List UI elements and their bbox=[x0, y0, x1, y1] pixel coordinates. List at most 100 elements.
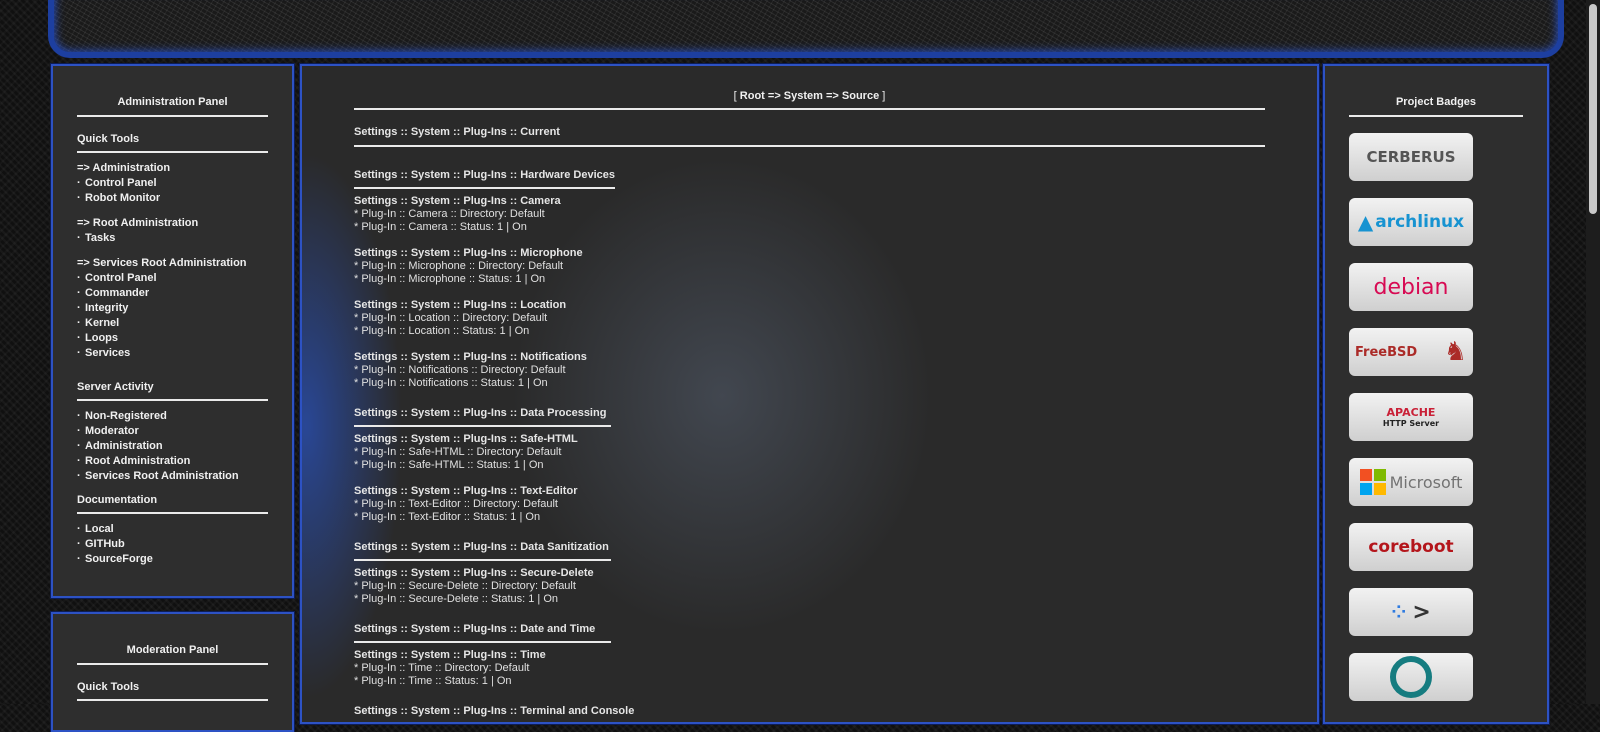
quick-tools-heading: Quick Tools bbox=[77, 133, 268, 153]
bullet-icon: · bbox=[77, 410, 81, 422]
nav-item-label: Commander bbox=[85, 287, 150, 299]
nav-item-github[interactable]: · GITHub bbox=[77, 537, 268, 552]
nav-item-administration[interactable]: · Administration bbox=[77, 439, 268, 454]
breadcrumb: [ Root => System => Source ] bbox=[354, 90, 1265, 110]
nav-group-services-root-administration[interactable]: => Services Root Administration bbox=[77, 256, 268, 271]
bullet-icon: · bbox=[77, 425, 81, 437]
freebsd-badge-label: FreeBSD bbox=[1355, 344, 1418, 360]
nav-item-label: GITHub bbox=[85, 538, 125, 550]
microsoft-logo-icon bbox=[1359, 469, 1386, 495]
page-scrollbar[interactable] bbox=[1586, 0, 1600, 704]
cerberus-badge[interactable]: CERBERUS bbox=[1349, 133, 1473, 181]
quick-tools-groups: => Administration · Control Panel · Robot Mo… bbox=[77, 161, 268, 371]
plugin-directory: * Plug-In :: Safe-HTML :: Directory: Def… bbox=[354, 446, 562, 458]
scrollbar-thumb[interactable] bbox=[1589, 4, 1597, 214]
apache-badge-label: APACHE bbox=[1386, 406, 1436, 419]
nav-item-commander[interactable]: · Commander bbox=[77, 286, 268, 301]
nav-item-services-root-administration[interactable]: · Services Root Administration bbox=[77, 469, 268, 484]
breadcrumb-link[interactable]: Root => System => Source bbox=[740, 90, 879, 102]
coreboot-badge[interactable]: coreboot bbox=[1349, 523, 1473, 571]
nav-item-control-panel[interactable]: · Control Panel bbox=[77, 271, 268, 286]
nav-item-root-administration[interactable]: · Root Administration bbox=[77, 454, 268, 469]
plugin-block: Settings :: System :: Plug-Ins :: Locati… bbox=[354, 299, 1265, 338]
bullet-icon: · bbox=[77, 470, 81, 482]
debian-badge[interactable]: debian bbox=[1349, 263, 1473, 311]
nav-group-administration[interactable]: => Administration bbox=[77, 161, 268, 176]
plugin-status: * Plug-In :: Secure-Delete :: Status: 1 … bbox=[354, 593, 559, 605]
terminal-console-heading: Settings :: System :: Plug-Ins :: Termin… bbox=[354, 705, 634, 722]
bullet-icon: · bbox=[77, 538, 81, 550]
bullet-icon: · bbox=[77, 317, 81, 329]
nav-item-non-registered[interactable]: · Non-Registered bbox=[77, 409, 268, 424]
nav-item-tasks[interactable]: · Tasks bbox=[77, 231, 268, 246]
lineage-badge[interactable] bbox=[1349, 653, 1473, 701]
plugin-status: * Plug-In :: Notifications :: Status: 1 … bbox=[354, 377, 548, 389]
bullet-icon: · bbox=[77, 553, 81, 565]
nav-item-moderator[interactable]: · Moderator bbox=[77, 424, 268, 439]
nav-item-label: Tasks bbox=[85, 232, 116, 244]
nav-item-integrity[interactable]: · Integrity bbox=[77, 301, 268, 316]
plugin-block: Settings :: System :: Plug-Ins :: Microp… bbox=[354, 247, 1265, 286]
breadcrumb-open: [ bbox=[733, 90, 737, 102]
terminal-badge[interactable]: ⁘ > bbox=[1349, 588, 1473, 636]
nav-item-robot-monitor[interactable]: · Robot Monitor bbox=[77, 191, 268, 206]
archlinux-badge[interactable]: ▲ archlinux bbox=[1349, 198, 1473, 246]
nav-item-label: Administration bbox=[85, 440, 163, 452]
nav-item-kernel[interactable]: · Kernel bbox=[77, 316, 268, 331]
plugin-block: Settings :: System :: Plug-Ins :: Camera… bbox=[354, 195, 1265, 234]
bullet-icon: · bbox=[77, 272, 81, 284]
plugin-title: Settings :: System :: Plug-Ins :: Secure… bbox=[354, 567, 594, 579]
nav-item-label: Non-Registered bbox=[85, 410, 167, 422]
plugin-status: * Plug-In :: Microphone :: Status: 1 | O… bbox=[354, 273, 546, 285]
plugin-directory: * Plug-In :: Text-Editor :: Directory: D… bbox=[354, 498, 558, 510]
nav-item-services[interactable]: · Services bbox=[77, 346, 268, 361]
plugin-directory: * Plug-In :: Location :: Directory: Defa… bbox=[354, 312, 548, 324]
plugin-status: * Plug-In :: Camera :: Status: 1 | On bbox=[354, 221, 527, 233]
data-sanitization-plugins-list: Settings :: System :: Plug-Ins :: Secure… bbox=[354, 567, 1265, 606]
hardware-devices-heading: Settings :: System :: Plug-Ins :: Hardwa… bbox=[354, 169, 616, 189]
coreboot-badge-label: coreboot bbox=[1368, 537, 1454, 557]
nav-item-sourceforge[interactable]: · SourceForge bbox=[77, 552, 268, 567]
plugin-title: Settings :: System :: Plug-Ins :: Locati… bbox=[354, 299, 567, 311]
plugin-status: * Plug-In :: Time :: Status: 1 | On bbox=[354, 675, 512, 687]
plugin-block: Settings :: System :: Plug-Ins :: Text-E… bbox=[354, 485, 1265, 524]
bullet-icon: · bbox=[77, 192, 81, 204]
nav-item-local[interactable]: · Local bbox=[77, 522, 268, 537]
plugin-status: * Plug-In :: Location :: Status: 1 | On bbox=[354, 325, 530, 337]
microsoft-badge-label: Microsoft bbox=[1389, 472, 1463, 492]
data-sanitization-heading: Settings :: System :: Plug-Ins :: Data S… bbox=[354, 541, 611, 561]
plugin-block: Settings :: System :: Plug-Ins :: Secure… bbox=[354, 567, 1265, 606]
microsoft-badge[interactable]: Microsoft bbox=[1349, 458, 1473, 506]
nav-item-loops[interactable]: · Loops bbox=[77, 331, 268, 346]
apache-badge[interactable]: APACHE HTTP Server bbox=[1349, 393, 1473, 441]
server-activity-heading: Server Activity bbox=[77, 381, 268, 401]
date-time-plugins-list: Settings :: System :: Plug-Ins :: Time * … bbox=[354, 649, 1265, 688]
plugin-title: Settings :: System :: Plug-Ins :: Safe-H… bbox=[354, 433, 578, 445]
bullet-icon: · bbox=[77, 302, 81, 314]
moderation-panel-title: Moderation Panel bbox=[77, 644, 268, 665]
server-activity-list: · Non-Registered · Moderator · Administration… bbox=[77, 409, 268, 484]
nav-group-root-administration[interactable]: => Root Administration bbox=[77, 216, 268, 231]
daemon-icon: ♞ bbox=[1443, 337, 1467, 367]
bullet-icon: · bbox=[77, 232, 81, 244]
plugin-status: * Plug-In :: Safe-HTML :: Status: 1 | On bbox=[354, 459, 544, 471]
bullet-icon: · bbox=[77, 523, 81, 535]
nav-item-label: Robot Monitor bbox=[85, 192, 161, 204]
plugin-directory: * Plug-In :: Microphone :: Directory: De… bbox=[354, 260, 564, 272]
nav-item-label: Services Root Administration bbox=[85, 470, 239, 482]
nav-item-label: Control Panel bbox=[85, 272, 157, 284]
plugin-block: Settings :: System :: Plug-Ins :: Safe-H… bbox=[354, 433, 1265, 472]
cerberus-badge-label: CERBERUS bbox=[1366, 148, 1456, 166]
administration-panel-title: Administration Panel bbox=[77, 96, 268, 117]
administration-panel: Administration Panel Quick Tools => Admi… bbox=[51, 64, 294, 598]
moderation-panel: Moderation Panel Quick Tools bbox=[51, 612, 294, 732]
plugin-directory: * Plug-In :: Secure-Delete :: Directory:… bbox=[354, 580, 576, 592]
nav-item-control-panel[interactable]: · Control Panel bbox=[77, 176, 268, 191]
terminal-badge-label: > bbox=[1412, 599, 1431, 625]
dots-icon: ⁘ bbox=[1391, 601, 1407, 623]
breadcrumb-close: ] bbox=[882, 90, 886, 102]
freebsd-badge[interactable]: FreeBSD ♞ bbox=[1349, 328, 1473, 376]
documentation-list: · Local · GITHub · SourceForge bbox=[77, 522, 268, 567]
